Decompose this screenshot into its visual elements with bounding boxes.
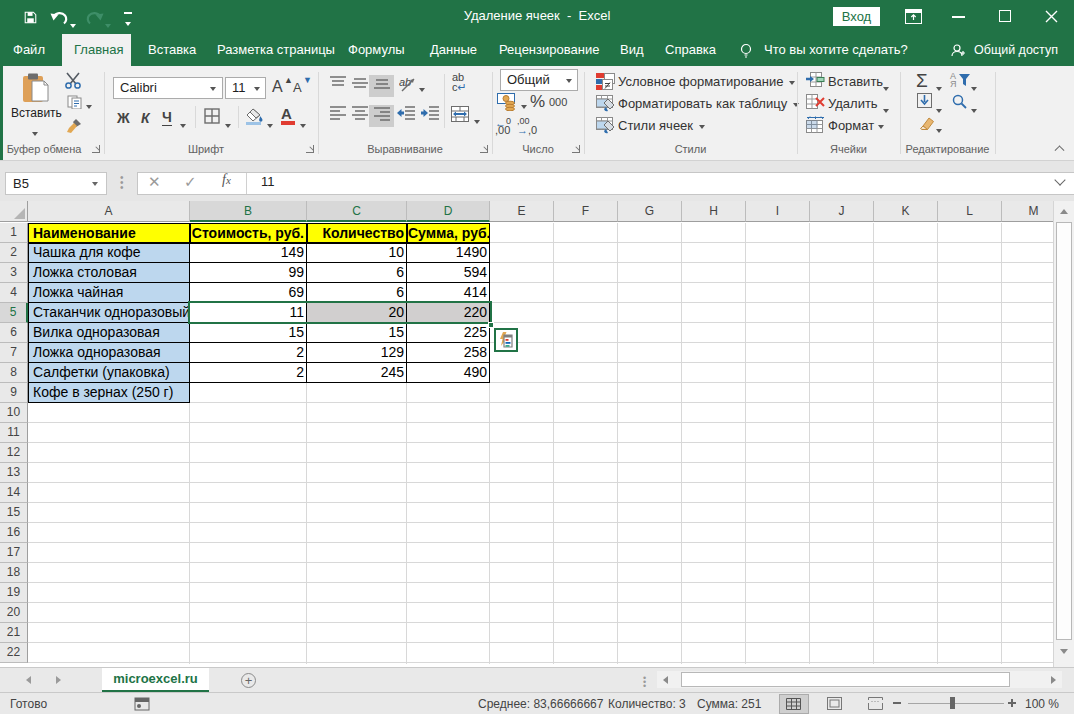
svg-text:ab: ab	[399, 76, 411, 88]
